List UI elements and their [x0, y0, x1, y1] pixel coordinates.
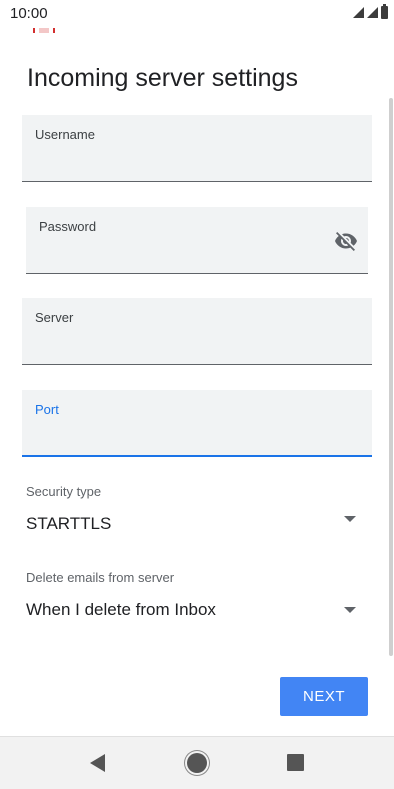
- server-field[interactable]: Server: [22, 298, 372, 365]
- security-type-value: STARTTLS: [26, 514, 112, 533]
- status-bar: 10:00: [0, 0, 394, 24]
- scrollbar[interactable]: [389, 98, 393, 656]
- port-label: Port: [35, 402, 59, 417]
- home-icon[interactable]: [187, 753, 207, 773]
- server-input[interactable]: [35, 332, 332, 358]
- wifi-icon: [367, 7, 378, 18]
- username-field[interactable]: Username: [22, 115, 372, 182]
- status-icons: [353, 4, 388, 19]
- security-type-label: Security type: [26, 484, 102, 499]
- security-type-dropdown[interactable]: STARTTLS: [22, 506, 372, 542]
- delete-policy-label: Delete emails from server: [26, 570, 175, 585]
- password-input[interactable]: [39, 241, 328, 267]
- page-title: Incoming server settings: [27, 64, 298, 92]
- port-input[interactable]: [35, 424, 332, 450]
- dropdown-arrow-icon: [344, 607, 356, 613]
- delete-policy-value: When I delete from Inbox: [26, 600, 216, 619]
- password-label: Password: [39, 219, 97, 234]
- status-time: 10:00: [10, 5, 48, 22]
- delete-policy-dropdown[interactable]: When I delete from Inbox: [22, 592, 372, 628]
- password-field[interactable]: Password: [26, 207, 368, 274]
- dropdown-arrow-icon: [344, 516, 356, 522]
- port-field[interactable]: Port: [22, 390, 372, 457]
- recents-icon[interactable]: [287, 754, 304, 771]
- signal-icon: [353, 7, 364, 18]
- visibility-off-icon[interactable]: [334, 229, 358, 253]
- server-label: Server: [35, 310, 74, 325]
- back-icon[interactable]: [90, 754, 105, 772]
- username-label: Username: [35, 127, 95, 142]
- notification-icon: [33, 26, 55, 34]
- navigation-bar: [0, 736, 394, 789]
- username-input[interactable]: [35, 149, 332, 175]
- battery-icon: [381, 4, 388, 19]
- next-button[interactable]: NEXT: [280, 677, 368, 716]
